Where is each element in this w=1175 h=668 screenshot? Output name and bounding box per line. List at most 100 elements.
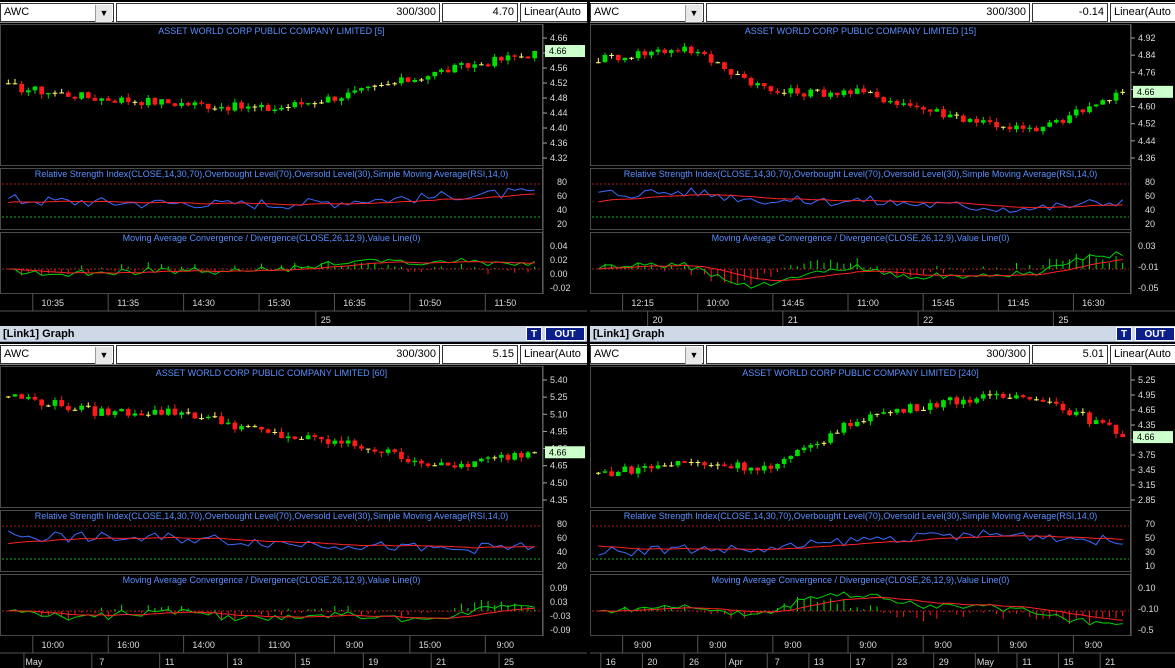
rsi-tick-label: 30 <box>1145 547 1155 557</box>
candle-body <box>445 69 451 73</box>
pane-toolbar: AWC ▼ 300/300 5.01 Linear(Auto <box>590 344 1175 365</box>
candle-body <box>775 463 780 469</box>
candle-body <box>272 432 278 434</box>
candle-body <box>722 62 727 70</box>
t-button[interactable]: T <box>526 327 542 341</box>
candle-body <box>927 403 933 410</box>
candle-body <box>172 103 178 106</box>
candle-body <box>179 102 184 106</box>
date-tick-label: 20 <box>647 657 657 667</box>
candle-body <box>412 79 418 82</box>
candle-body <box>894 100 900 105</box>
scale-mode-field[interactable]: Linear(Auto <box>520 345 587 364</box>
pane-toolbar: AWC ▼ 300/300 -0.14 Linear(Auto <box>590 2 1175 23</box>
macd-tick-label: 0.03 <box>550 597 568 607</box>
out-button[interactable]: OUT <box>545 327 585 341</box>
candle-body <box>868 91 873 93</box>
date-tick-label: 7 <box>775 657 780 667</box>
chevron-down-icon[interactable]: ▼ <box>685 5 702 22</box>
candle-body <box>412 460 418 463</box>
candle-body <box>874 91 880 98</box>
candle-body <box>345 92 351 99</box>
candle-body <box>99 98 104 101</box>
chart-canvas[interactable]: ASSET WORLD CORP PUBLIC COMPANY LIMITED … <box>0 366 587 668</box>
rsi-tick-label: 40 <box>557 205 567 215</box>
macd-line <box>8 604 535 623</box>
date-tick-label: 15 <box>300 657 310 667</box>
symbol-select[interactable]: AWC ▼ <box>0 3 114 22</box>
candle-body <box>1067 410 1072 416</box>
scale-mode-field[interactable]: Linear(Auto <box>520 3 587 22</box>
candle-body <box>419 460 424 464</box>
candle-body <box>179 412 184 415</box>
chart-canvas[interactable]: ASSET WORLD CORP PUBLIC COMPANY LIMITED … <box>590 24 1175 326</box>
chevron-down-icon[interactable]: ▼ <box>95 347 112 364</box>
candle-body <box>629 466 634 474</box>
rsi-tick-label: 80 <box>557 519 567 529</box>
candle-body <box>352 90 358 93</box>
candle-body <box>139 413 144 416</box>
price-tick-label: 4.40 <box>550 123 568 133</box>
candle-body <box>459 63 464 65</box>
chart-pane-1: AWC ▼ 300/300 4.70 Linear(Auto ASSET WORL… <box>0 0 587 326</box>
time-tick-label: 16:35 <box>343 298 366 308</box>
candle-body <box>1107 100 1112 102</box>
date-tick-label: 25 <box>321 315 331 325</box>
candle-body <box>59 400 64 407</box>
symbol-select[interactable]: AWC ▼ <box>0 345 114 364</box>
candle-body <box>119 409 124 412</box>
candle-body <box>669 50 674 53</box>
candle-body <box>642 466 648 468</box>
price-tick-label: 4.52 <box>1138 119 1156 129</box>
symbol-select[interactable]: AWC ▼ <box>590 3 704 22</box>
t-button[interactable]: T <box>1116 327 1132 341</box>
macd-label: Moving Average Convergence / Divergence(… <box>123 575 421 585</box>
chevron-down-icon[interactable]: ▼ <box>95 5 112 22</box>
candle-body <box>1100 420 1106 423</box>
price-tick-label: 4.66 <box>550 33 568 43</box>
candle-body <box>425 463 431 466</box>
candle-body <box>609 471 614 476</box>
price-tick-label: 4.50 <box>550 478 568 488</box>
scale-mode-field[interactable]: Linear(Auto <box>1110 3 1175 22</box>
candle-body <box>405 77 411 82</box>
macd-tick-label: 0.02 <box>550 255 568 265</box>
candle-body <box>695 462 701 464</box>
candle-body <box>265 104 271 112</box>
candle-body <box>629 57 634 59</box>
candle-body <box>252 106 258 108</box>
macd-tick-label: 0.03 <box>1138 241 1156 251</box>
candle-body <box>1034 399 1039 401</box>
candle-body <box>1020 125 1026 129</box>
chevron-down-icon[interactable]: ▼ <box>685 347 702 364</box>
symbol-select[interactable]: AWC ▼ <box>590 345 704 364</box>
out-button[interactable]: OUT <box>1135 327 1175 341</box>
candle-body <box>682 46 687 52</box>
chart-canvas[interactable]: ASSET WORLD CORP PUBLIC COMPANY LIMITED … <box>0 24 587 326</box>
candle-body <box>432 71 438 77</box>
candle-body <box>472 64 478 68</box>
candle-body <box>425 76 431 80</box>
candle-body <box>688 462 694 464</box>
candle-body <box>285 436 291 439</box>
candle-body <box>485 457 491 459</box>
candle-body <box>708 465 714 467</box>
time-tick-label: 9:00 <box>1085 640 1103 650</box>
candle-body <box>967 399 973 403</box>
candle-body <box>519 56 524 58</box>
candle-body <box>512 453 518 460</box>
time-tick-label: 15:00 <box>419 640 442 650</box>
time-tick-label: 11:00 <box>268 640 290 650</box>
candle-body <box>888 100 893 103</box>
candle-body <box>125 97 131 102</box>
chart-canvas[interactable]: ASSET WORLD CORP PUBLIC COMPANY LIMITED … <box>590 366 1175 668</box>
time-tick-label: 12:15 <box>631 298 654 308</box>
price-tick-label: 4.36 <box>550 138 568 148</box>
candle-body <box>439 69 444 72</box>
candle-body <box>1047 122 1052 127</box>
rsi-tick-label: 60 <box>557 191 567 201</box>
scale-mode-field[interactable]: Linear(Auto <box>1110 345 1175 364</box>
candle-body <box>987 120 993 123</box>
candle-body <box>399 451 404 460</box>
candle-body <box>92 406 98 416</box>
